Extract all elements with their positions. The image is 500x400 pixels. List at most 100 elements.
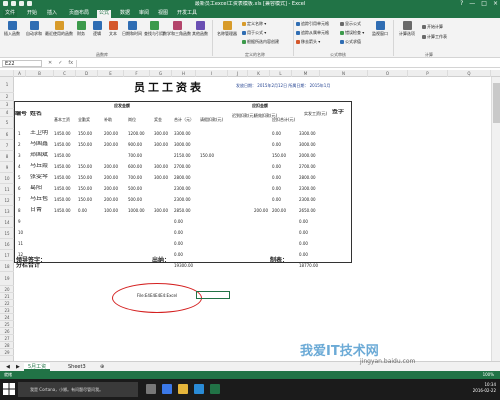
column-header[interactable]: G bbox=[150, 70, 172, 77]
minimize-button[interactable]: — bbox=[469, 0, 475, 8]
select-all-corner[interactable] bbox=[0, 70, 14, 77]
edge-icon[interactable] bbox=[162, 384, 172, 394]
help-button[interactable]: ? bbox=[460, 0, 463, 8]
worksheet[interactable]: 员工工资表 发放日期： 2015年2月12日 所属日期： 2015年1月 编号 … bbox=[14, 77, 500, 361]
save-icon[interactable] bbox=[11, 1, 16, 6]
add-sheet-button[interactable]: ⊕ bbox=[96, 363, 108, 371]
row-header[interactable]: 11 bbox=[0, 184, 14, 195]
row-header[interactable]: 5 bbox=[0, 117, 14, 129]
use-in-formula-button[interactable]: 用于公式 ▾ bbox=[242, 30, 266, 35]
logical-button[interactable]: 逻辑 bbox=[90, 21, 104, 36]
row-header[interactable]: 27 bbox=[0, 335, 14, 342]
fx-icon[interactable]: fx bbox=[68, 60, 73, 67]
file-explorer-icon[interactable] bbox=[178, 384, 188, 394]
more-functions-button[interactable]: 其他函数 bbox=[190, 21, 210, 36]
column-header[interactable]: N bbox=[320, 70, 368, 77]
column-header[interactable]: P bbox=[408, 70, 448, 77]
show-formulas-button[interactable]: 显示公式 bbox=[340, 21, 361, 26]
tab-view[interactable]: 视图 bbox=[156, 10, 170, 17]
autosum-button[interactable]: 自动求和 bbox=[24, 21, 44, 36]
watch-window-button[interactable]: 监视窗口 bbox=[370, 21, 390, 36]
column-header[interactable]: I bbox=[196, 70, 228, 77]
row-header[interactable]: 6 bbox=[0, 129, 14, 140]
column-header[interactable]: K bbox=[248, 70, 270, 77]
row-header[interactable]: 21 bbox=[0, 293, 14, 300]
excel-taskbar-icon[interactable] bbox=[210, 384, 220, 394]
tab-developer[interactable]: 开发工具 bbox=[175, 10, 199, 17]
column-header[interactable]: M bbox=[292, 70, 320, 77]
row-header[interactable]: 16 bbox=[0, 239, 14, 250]
row-header[interactable]: 8 bbox=[0, 151, 14, 162]
row-header[interactable]: 19 bbox=[0, 272, 14, 286]
store-icon[interactable] bbox=[194, 384, 204, 394]
row-header[interactable]: 18 bbox=[0, 261, 14, 272]
name-manager-button[interactable]: 名称管理器 bbox=[215, 21, 239, 36]
active-cell[interactable] bbox=[196, 291, 230, 299]
column-header[interactable]: D bbox=[76, 70, 98, 77]
trace-dependents-button[interactable]: 追踪从属单元格 bbox=[296, 30, 329, 35]
column-header[interactable]: L bbox=[270, 70, 292, 77]
calc-options-button[interactable]: 计算选项 bbox=[396, 21, 418, 36]
row-header[interactable]: 26 bbox=[0, 328, 14, 335]
column-header[interactable]: O bbox=[368, 70, 408, 77]
lookup-reference-button[interactable]: 查找与引用 bbox=[144, 21, 164, 36]
tab-page-layout[interactable]: 页面布局 bbox=[67, 10, 91, 17]
cancel-icon[interactable]: ✕ bbox=[48, 60, 52, 67]
close-button[interactable]: × bbox=[493, 0, 498, 8]
row-header[interactable]: 12 bbox=[0, 195, 14, 206]
row-header[interactable]: 15 bbox=[0, 228, 14, 239]
row-header[interactable]: 29 bbox=[0, 349, 14, 356]
define-name-button[interactable]: 定义名称 ▾ bbox=[242, 21, 266, 26]
row-header[interactable]: 20 bbox=[0, 286, 14, 293]
column-header[interactable]: J bbox=[228, 70, 248, 77]
recent-functions-button[interactable]: 最近使用的函数 bbox=[45, 21, 73, 36]
row-header[interactable]: 10 bbox=[0, 173, 14, 184]
row-header[interactable]: 3 bbox=[0, 101, 14, 109]
tab-insert[interactable]: 插入 bbox=[45, 10, 59, 17]
cortana-search-box[interactable]: 我是 Cortana，小娜。有问题尽管问我。 bbox=[18, 382, 138, 397]
row-header[interactable]: 22 bbox=[0, 300, 14, 307]
calculate-sheet-button[interactable]: 计算工作表 bbox=[422, 34, 447, 39]
scroll-thumb[interactable] bbox=[493, 83, 500, 123]
sheet-tab-sheet3[interactable]: Sheet3 bbox=[64, 363, 90, 371]
enter-icon[interactable]: ✓ bbox=[58, 60, 62, 67]
column-header[interactable]: C bbox=[54, 70, 76, 77]
remove-arrows-button[interactable]: 移去箭头 ▾ bbox=[296, 39, 320, 44]
zoom-level[interactable]: 100% bbox=[483, 371, 494, 379]
system-clock[interactable]: 10:34 2016-02-22 bbox=[473, 382, 496, 394]
maximize-button[interactable]: □ bbox=[481, 0, 487, 8]
row-header[interactable]: 17 bbox=[0, 250, 14, 261]
tab-data[interactable]: 数据 bbox=[118, 10, 132, 17]
formula-input[interactable] bbox=[76, 60, 496, 67]
column-header[interactable]: B bbox=[26, 70, 54, 77]
name-box[interactable]: E22 bbox=[2, 60, 42, 67]
sheet-tab-may-salary[interactable]: 5月工资 bbox=[24, 363, 51, 371]
task-view-icon[interactable] bbox=[146, 384, 156, 394]
column-header[interactable]: F bbox=[124, 70, 150, 77]
row-header[interactable]: 1 bbox=[0, 77, 14, 93]
windows-start-icon[interactable] bbox=[3, 383, 15, 395]
row-header[interactable]: 2 bbox=[0, 93, 14, 101]
date-time-button[interactable]: 日期和时间 bbox=[122, 21, 142, 36]
row-header[interactable]: 14 bbox=[0, 217, 14, 228]
tab-review[interactable]: 审阅 bbox=[137, 10, 151, 17]
row-header[interactable]: 4 bbox=[0, 109, 14, 117]
trace-precedents-button[interactable]: 追踪引用单元格 bbox=[296, 21, 329, 26]
evaluate-formula-button[interactable]: 公式求值 bbox=[340, 39, 361, 44]
column-header[interactable]: H bbox=[172, 70, 196, 77]
row-header[interactable]: 9 bbox=[0, 162, 14, 173]
math-trig-button[interactable]: 数学和三角函数 bbox=[163, 21, 191, 36]
undo-icon[interactable] bbox=[19, 1, 24, 6]
tab-home[interactable]: 开始 bbox=[25, 10, 39, 17]
row-header[interactable]: 28 bbox=[0, 342, 14, 349]
column-header[interactable]: A bbox=[14, 70, 26, 77]
row-header[interactable]: 23 bbox=[0, 307, 14, 314]
redo-icon[interactable] bbox=[27, 1, 32, 6]
create-from-selection-button[interactable]: 根据所选内容创建 bbox=[242, 39, 279, 44]
tab-file[interactable]: 文件 bbox=[3, 10, 18, 17]
row-header[interactable]: 13 bbox=[0, 206, 14, 217]
row-header[interactable]: 24 bbox=[0, 314, 14, 321]
row-header[interactable]: 7 bbox=[0, 140, 14, 151]
tab-formulas[interactable]: 公式 bbox=[97, 10, 112, 18]
tab-scroll-right[interactable]: ▶ bbox=[12, 363, 24, 371]
